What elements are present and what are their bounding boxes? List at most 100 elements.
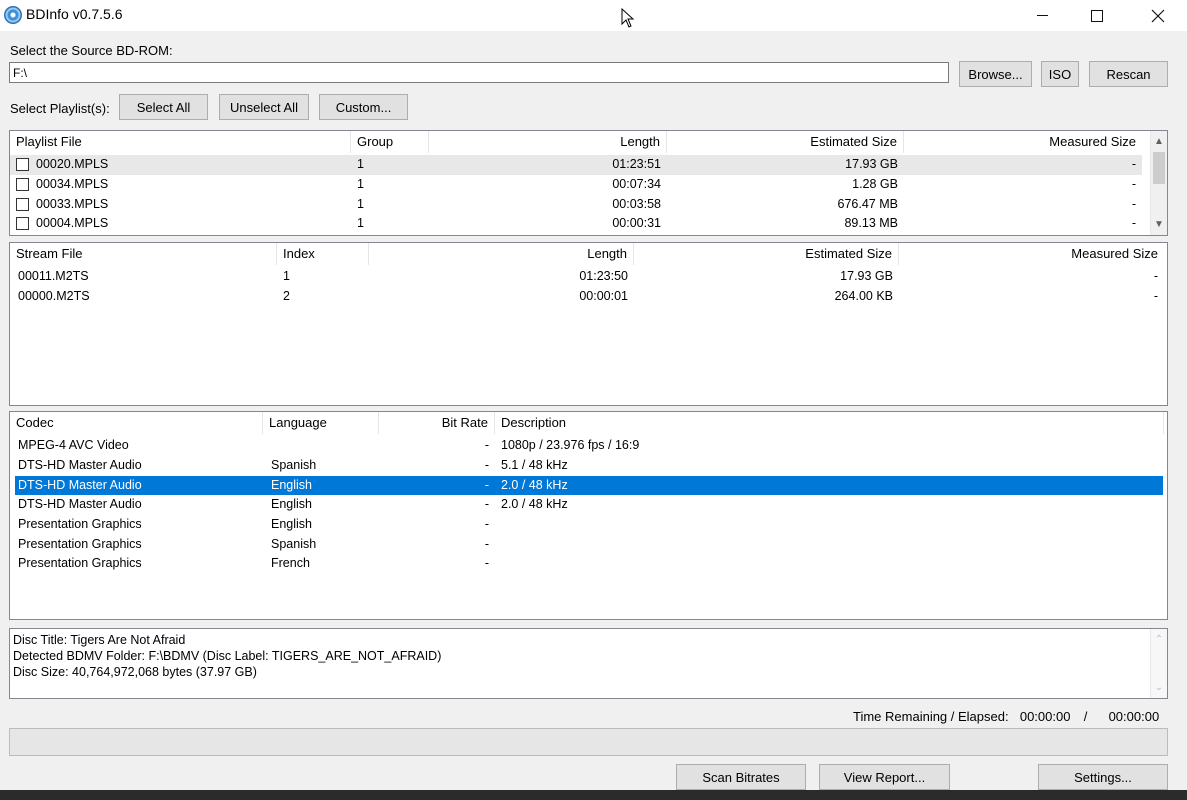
close-button[interactable] [1129, 0, 1187, 31]
table-row[interactable]: DTS-HD Master Audio English - 2.0 / 48 k… [10, 495, 1163, 515]
info-scrollbar[interactable]: ⌃ ⌄ [1150, 629, 1167, 698]
table-row[interactable]: Presentation Graphics Spanish - [10, 535, 1163, 555]
scan-progress-bar [9, 728, 1168, 756]
stream-length: 00:00:01 [579, 289, 628, 303]
col-header-estimated-size[interactable]: Estimated Size [634, 243, 899, 265]
codec-list[interactable]: Codec Language Bit Rate Description MPEG… [9, 411, 1168, 620]
playlist-group: 1 [357, 157, 364, 171]
col-header-group[interactable]: Group [351, 131, 429, 153]
codec-bit-rate: - [484, 556, 489, 570]
table-row[interactable]: 00011.M2TS 1 01:23:50 17.93 GB - [10, 267, 1167, 287]
table-row[interactable]: MPEG-4 AVC Video - 1080p / 23.976 fps / … [10, 436, 1163, 456]
codec-name: Presentation Graphics [18, 556, 142, 570]
playlist-file: 00034.MPLS [36, 177, 109, 191]
codec-language: French [271, 556, 310, 570]
playlist-checkbox[interactable] [16, 217, 29, 230]
col-header-measured-size[interactable]: Measured Size [899, 243, 1164, 265]
col-header-playlist-file[interactable]: Playlist File [10, 131, 351, 153]
time-remaining: 00:00:00 [1019, 709, 1071, 724]
codec-name: DTS-HD Master Audio [18, 497, 142, 511]
disc-info-textarea[interactable]: Disc Title: Tigers Are Not Afraid Detect… [9, 628, 1168, 699]
scroll-up-icon[interactable]: ▲ [1151, 133, 1167, 150]
desktop-taskbar-strip [0, 790, 1187, 800]
settings-button[interactable]: Settings... [1038, 764, 1168, 790]
maximize-icon [1091, 9, 1103, 22]
table-row-selected[interactable]: DTS-HD Master Audio English - 2.0 / 48 k… [15, 475, 1163, 496]
playlist-estimated-size: 676.47 MB [837, 196, 898, 211]
playlist-checkbox[interactable] [16, 178, 29, 191]
col-header-length[interactable]: Length [369, 243, 634, 265]
playlist-measured-size: - [1131, 216, 1136, 230]
playlist-checkbox[interactable] [16, 158, 29, 171]
table-row[interactable]: Presentation Graphics English - [10, 515, 1163, 535]
disc-info-text: Disc Title: Tigers Are Not Afraid Detect… [13, 632, 441, 680]
title-bar[interactable]: BDInfo v0.7.5.6 [0, 0, 1187, 31]
maximize-button[interactable] [1068, 0, 1126, 31]
col-header-index[interactable]: Index [277, 243, 369, 265]
playlist-estimated-size: 17.93 GB [845, 157, 898, 171]
bluray-disc-icon [4, 6, 22, 24]
col-header-bit-rate[interactable]: Bit Rate [379, 412, 495, 434]
col-header-stream-file[interactable]: Stream File [10, 243, 277, 265]
playlist-file: 00004.MPLS [36, 216, 109, 230]
scroll-down-icon[interactable]: ⌄ [1151, 679, 1167, 696]
table-row[interactable]: Presentation Graphics French - [10, 554, 1163, 574]
table-row[interactable]: 00034.MPLS 1 00:07:34 1.28 GB - [10, 175, 1142, 195]
rescan-button[interactable]: Rescan [1089, 61, 1168, 87]
view-report-button[interactable]: View Report... [819, 764, 950, 790]
playlist-scrollbar[interactable]: ▲ ▼ [1150, 131, 1167, 235]
codec-bit-rate: - [484, 536, 489, 551]
select-all-button[interactable]: Select All [119, 94, 208, 120]
source-path-input[interactable] [9, 62, 949, 83]
window-title: BDInfo v0.7.5.6 [26, 6, 123, 22]
codec-name: MPEG-4 AVC Video [18, 438, 129, 452]
close-icon [1151, 9, 1165, 22]
scroll-thumb[interactable] [1153, 152, 1165, 184]
col-header-length[interactable]: Length [429, 131, 667, 153]
codec-language: Spanish [271, 458, 317, 472]
col-header-language[interactable]: Language [263, 412, 379, 434]
time-remaining-elapsed: Time Remaining / Elapsed: 00:00:00 / 00:… [853, 709, 1159, 724]
codec-description: 5.1 / 48 kHz [501, 458, 568, 472]
stream-estimated-size: 17.93 GB [840, 269, 893, 283]
playlist-measured-size: - [1131, 196, 1136, 211]
table-row[interactable]: 00004.MPLS 1 00:00:31 89.13 MB - [10, 214, 1142, 234]
playlist-length: 01:23:51 [612, 157, 661, 171]
stream-file: 00000.M2TS [18, 289, 90, 303]
codec-description: 1080p / 23.976 fps / 16:9 [501, 438, 640, 452]
playlist-list[interactable]: Playlist File Group Length Estimated Siz… [9, 130, 1168, 236]
table-row[interactable]: 00033.MPLS 1 00:03:58 676.47 MB - [10, 195, 1142, 215]
playlist-file: 00020.MPLS [36, 157, 109, 171]
col-header-estimated-size[interactable]: Estimated Size [667, 131, 904, 153]
minimize-button[interactable] [1013, 0, 1071, 31]
mouse-cursor-icon [621, 8, 635, 28]
browse-button[interactable]: Browse... [959, 61, 1032, 87]
playlist-checkbox[interactable] [16, 197, 29, 211]
codec-name: Presentation Graphics [18, 517, 142, 531]
playlist-group: 1 [357, 177, 364, 191]
table-row[interactable]: 00000.M2TS 2 00:00:01 264.00 KB - [10, 287, 1167, 307]
minimize-icon [1036, 15, 1048, 16]
col-header-measured-size[interactable]: Measured Size [904, 131, 1142, 153]
time-separator: / [1083, 709, 1088, 724]
scroll-up-icon[interactable]: ⌃ [1151, 631, 1167, 648]
col-header-description[interactable]: Description [495, 412, 1164, 434]
col-header-codec[interactable]: Codec [10, 412, 263, 434]
iso-button[interactable]: ISO [1041, 61, 1079, 87]
scan-bitrates-button[interactable]: Scan Bitrates [676, 764, 806, 790]
custom-button[interactable]: Custom... [319, 94, 408, 120]
playlist-estimated-size: 1.28 GB [852, 177, 898, 191]
codec-bit-rate: - [484, 477, 489, 492]
playlist-measured-size: - [1131, 157, 1136, 171]
stream-measured-size: - [1153, 269, 1158, 283]
table-row[interactable]: 00020.MPLS 1 01:23:51 17.93 GB - [10, 155, 1142, 175]
scroll-down-icon[interactable]: ▼ [1151, 216, 1167, 233]
disc-size-line: Disc Size: 40,764,972,068 bytes (37.97 G… [13, 665, 257, 679]
stream-list[interactable]: Stream File Index Length Estimated Size … [9, 242, 1168, 406]
codec-name: DTS-HD Master Audio [18, 477, 142, 492]
codec-name: DTS-HD Master Audio [18, 458, 142, 472]
unselect-all-button[interactable]: Unselect All [219, 94, 309, 120]
playlist-estimated-size: 89.13 MB [844, 216, 898, 230]
table-row[interactable]: DTS-HD Master Audio Spanish - 5.1 / 48 k… [10, 456, 1163, 476]
playlist-length: 00:00:31 [612, 216, 661, 230]
